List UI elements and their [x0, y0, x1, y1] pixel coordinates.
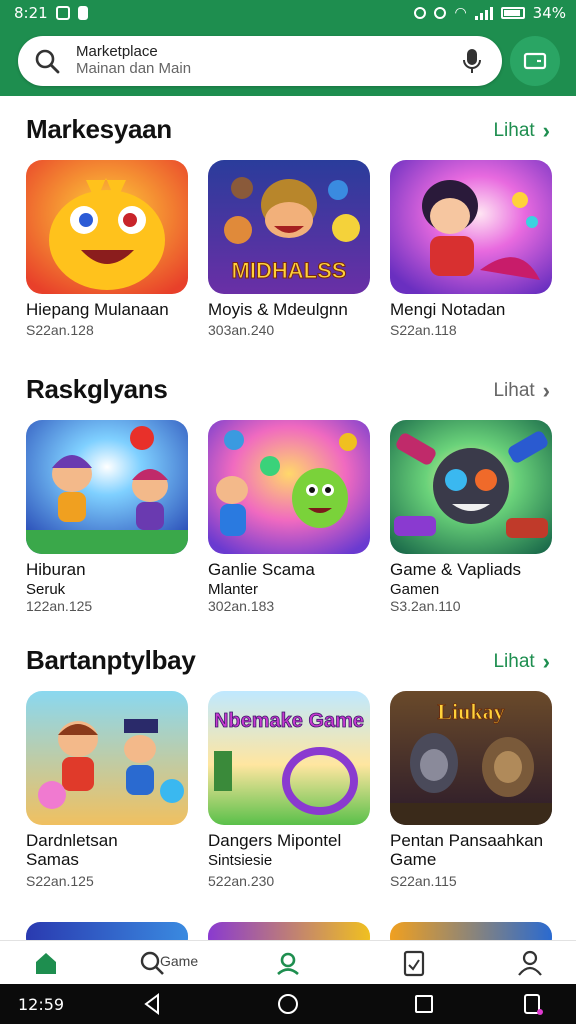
game-title: Pentan Pansaahkan Game — [390, 831, 570, 869]
nav-search-label: Game — [160, 953, 199, 969]
green-monster-art — [208, 420, 370, 554]
see-all-link[interactable]: Lihat › — [493, 649, 550, 675]
game-title: Dardnletsan Samas — [26, 831, 206, 869]
game-meta: S22an.128 — [26, 322, 94, 338]
party-kids-art — [26, 691, 188, 825]
yellow-monster-art — [26, 160, 188, 294]
game-title: Dangers Mipontel Sintsiesie — [208, 831, 388, 870]
peek-thumb — [390, 922, 552, 940]
thumb-logo-text: Nbemake Game — [214, 710, 364, 732]
search-subtext: Mainan dan Main — [76, 60, 192, 77]
alarm-icon — [414, 7, 427, 19]
game-title: Hiepang Mulanaan — [26, 300, 169, 319]
game-meta: 303an.240 — [208, 322, 275, 338]
game-title-line2: Game — [390, 850, 437, 869]
app-notification-icon — [77, 6, 88, 20]
recents-icon[interactable] — [412, 992, 436, 1016]
game-title: Moyis & Mdeulgnn — [208, 300, 348, 319]
search-bar[interactable]: Marketplace Mainan dan Main — [18, 36, 502, 86]
game-meta: S22an.118 — [390, 322, 457, 338]
back-icon[interactable] — [140, 992, 164, 1016]
game-title-line2: Seruk — [26, 581, 66, 598]
game-title-line1: Ganlie Scama — [208, 560, 315, 579]
game-title-line1: Dardnletsan — [26, 831, 118, 850]
game-title: Game & Vapliads Gamen — [390, 560, 570, 599]
game-title-line2: Gamen — [390, 581, 440, 598]
wallet-icon — [523, 52, 547, 70]
bottom-navigation: Game — [0, 940, 576, 984]
nav-home[interactable] — [26, 947, 66, 979]
home-button-icon[interactable] — [276, 992, 300, 1016]
game-title-line2: Samas — [26, 850, 79, 869]
wallet-button[interactable] — [510, 36, 560, 86]
nav-profile[interactable] — [510, 947, 550, 979]
game-title-line1: Game & Vapliads — [390, 560, 522, 579]
game-title-line1: Dangers Mipontel — [208, 831, 342, 850]
chevron-right-icon: › — [542, 118, 550, 143]
accessibility-icon[interactable] — [520, 992, 544, 1016]
game-title: Hiburan Seruk — [26, 560, 206, 599]
home-icon — [36, 953, 56, 974]
game-title-line2: Mlanter — [208, 581, 259, 598]
section-title: Raskglyans — [26, 374, 168, 404]
chevron-right-icon: › — [542, 649, 550, 674]
system-time: 12:59 — [18, 995, 65, 1014]
thumb-logo-text: MIDHALSS — [232, 258, 347, 283]
kids-adventure-art — [26, 420, 188, 554]
girl-hero-art — [390, 160, 552, 294]
game-title-line1: Pentan Pansaahkan — [390, 831, 544, 850]
search-query: Marketplace — [76, 43, 158, 60]
peek-thumb — [208, 922, 370, 940]
nav-activity[interactable] — [268, 947, 308, 979]
game-meta: 302an.183 — [208, 598, 275, 614]
heroes-art: MIDHALSS — [208, 160, 370, 294]
game-meta: 522an.230 — [208, 873, 275, 889]
battery-percent: 34% — [532, 4, 566, 22]
game-meta: S3.2an.110 — [390, 598, 461, 614]
search-input[interactable]: Marketplace Mainan dan Main — [76, 43, 191, 77]
track-game-art: Nbemake Game — [208, 691, 370, 825]
game-title: Ganlie Scama Mlanter — [208, 560, 388, 599]
battery-icon — [500, 7, 525, 19]
status-bar: 8:21 ◠ 34% — [0, 0, 576, 26]
game-meta: S22an.115 — [390, 873, 457, 889]
profile-icon — [518, 950, 542, 976]
see-all-link[interactable]: Lihat › — [493, 378, 550, 404]
peek-thumb — [26, 922, 188, 940]
nav-library[interactable] — [394, 947, 434, 979]
wifi-icon: ◠ — [454, 5, 467, 21]
see-all-label: Lihat — [493, 380, 535, 401]
game-title: Mengi Notadan — [390, 300, 506, 319]
game-meta: 122an.125 — [26, 598, 93, 614]
section-title: Bartanptylbay — [26, 645, 196, 675]
next-row-peek — [26, 922, 556, 940]
chevron-right-icon: › — [542, 378, 550, 403]
thumb-logo-text: Liukay — [437, 699, 504, 724]
game-meta: S22an.125 — [26, 873, 94, 889]
signal-icon — [474, 6, 493, 20]
game-title-line2: Sintsiesie — [208, 852, 273, 869]
see-all-link[interactable]: Lihat › — [493, 118, 550, 144]
section-title: Markesyaan — [26, 114, 172, 144]
search-icon — [35, 49, 60, 74]
robot-bug-art — [390, 420, 552, 554]
user-circle-icon — [277, 952, 299, 976]
system-navigation-bar: 12:59 — [0, 984, 576, 1024]
sync-icon — [434, 7, 447, 19]
status-time: 8:21 — [14, 4, 48, 22]
see-all-label: Lihat — [493, 120, 535, 141]
game-title-line1: Hiburan — [26, 560, 86, 579]
clipboard-icon — [403, 950, 425, 977]
notification-icon — [55, 6, 70, 20]
mic-icon[interactable] — [460, 47, 484, 75]
warriors-art: Liukay — [390, 691, 552, 825]
see-all-label: Lihat — [493, 651, 535, 672]
